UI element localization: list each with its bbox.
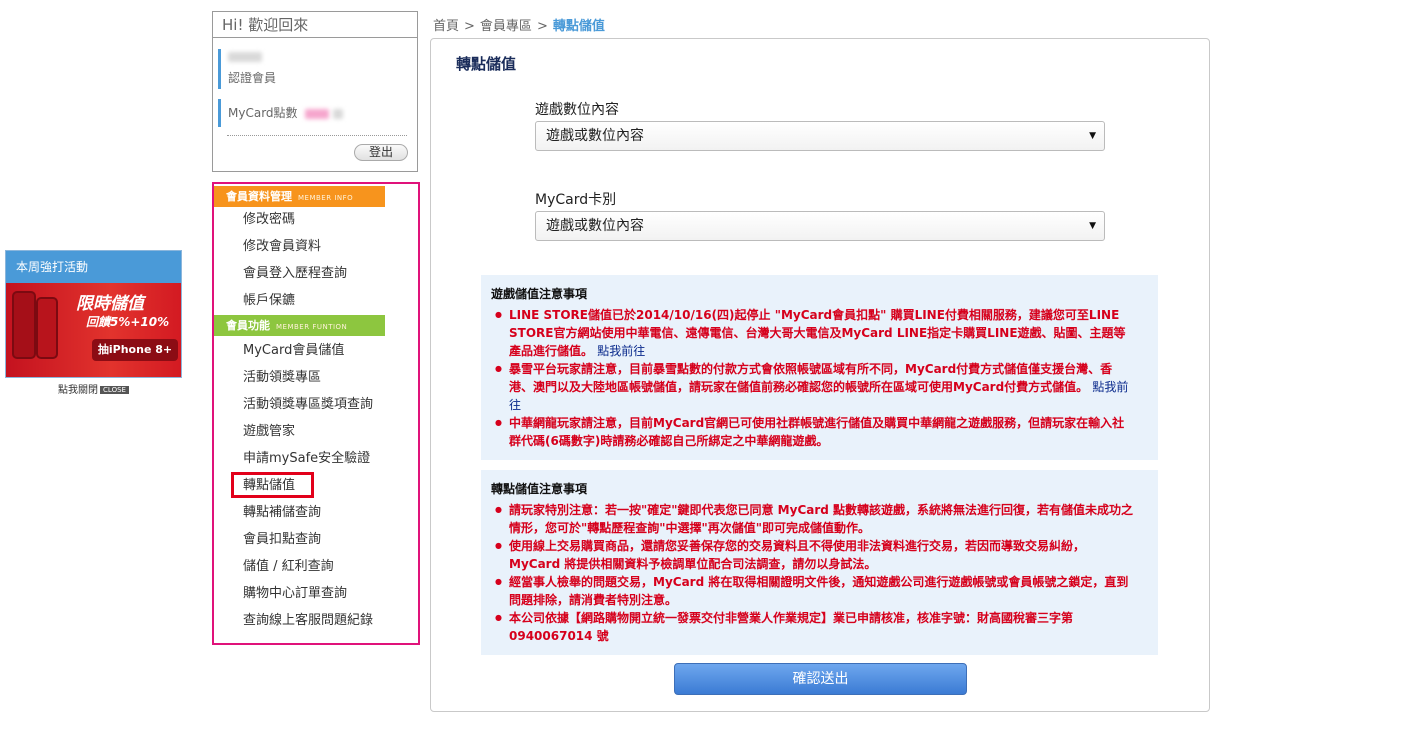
card-type-select-value: 遊戲或數位內容 [546, 218, 644, 234]
section-member-function-label: 會員功能 [226, 319, 270, 332]
active-menu-highlight [231, 472, 314, 498]
member-name [228, 51, 276, 65]
menu-item-support-history[interactable]: 查詢線上客服問題紀錄 [243, 613, 373, 629]
section-member-info-label: 會員資料管理 [226, 190, 292, 203]
menu-item-transfer-supplement[interactable]: 轉點補儲查詢 [243, 505, 321, 521]
promo-header: 本周強打活動 [6, 251, 181, 283]
welcome-box: Hi! 歡迎回來 認證會員 MyCard點數 登出 [212, 11, 418, 172]
promo-close-tag[interactable]: CLOSE [100, 386, 129, 394]
logout-button[interactable]: 登出 [354, 144, 408, 161]
points-unit-redacted [333, 108, 344, 119]
dropdown-arrow-icon: ▼ [1089, 131, 1096, 141]
menu-item-mysafe[interactable]: 申請mySafe安全驗證 [243, 451, 370, 467]
promo-banner-button[interactable]: 抽iPhone 8+ [92, 339, 178, 361]
promo-banner-subtitle: 回饋5%+10% [86, 315, 170, 329]
breadcrumb-sep: > [536, 19, 548, 34]
member-info: 認證會員 [218, 49, 276, 89]
menu-item-edit-profile[interactable]: 修改會員資料 [243, 239, 321, 255]
menu-item-event-rewards[interactable]: 活動領獎專區 [243, 370, 321, 386]
breadcrumb-sep: > [464, 19, 475, 34]
menu-item-change-password[interactable]: 修改密碼 [243, 212, 295, 228]
breadcrumb-member[interactable]: 會員專區 [480, 19, 532, 34]
section-member-info-en: MEMBER INFO [298, 194, 354, 202]
notice1-item-text: 中華網龍玩家請注意，目前MyCard官網已可使用社群帳號進行儲值及購買中華網龍之… [509, 416, 1125, 448]
menu-item-mycard-topup[interactable]: MyCard會員儲值 [243, 343, 344, 359]
card-type-label: MyCard卡別 [535, 192, 617, 208]
phone-image [12, 291, 36, 359]
dropdown-arrow-icon: ▼ [1089, 221, 1096, 231]
section-member-function: 會員功能 MEMBER FUNTION [214, 315, 385, 336]
section-member-info: 會員資料管理 MEMBER INFO [214, 186, 385, 207]
points-row: MyCard點數 [218, 99, 344, 127]
breadcrumb-current: 轉點儲值 [552, 19, 605, 34]
game-content-select-value: 遊戲或數位內容 [546, 128, 644, 144]
notice1-title: 遊戲儲值注意事項 [491, 287, 588, 301]
game-content-select[interactable]: 遊戲或數位內容 ▼ [535, 121, 1105, 151]
breadcrumb: 首頁 > 會員專區 > 轉點儲值 [433, 15, 605, 34]
promo-box: 本周強打活動 限時儲值 回饋5%+10% 抽iPhone 8+ [5, 250, 182, 378]
game-content-label: 遊戲數位內容 [535, 102, 619, 118]
main-panel: 轉點儲值 遊戲數位內容 遊戲或數位內容 ▼ MyCard卡別 遊戲或數位內容 ▼… [430, 38, 1210, 712]
notice1-link[interactable]: 點我前往 [597, 344, 645, 358]
notice1-item: LINE STORE儲值已於2014/10/16(四)起停止 "MyCard會員… [491, 306, 1134, 360]
points-value-redacted [305, 108, 330, 119]
notice2-item: 使用線上交易購買商品，還請您妥善保存您的交易資料且不得使用非法資料進行交易，若因… [491, 537, 1134, 573]
divider [227, 135, 407, 136]
notice2-item: 經當事人檢舉的問題交易，MyCard 將在取得相關證明文件後，通知遊戲公司進行遊… [491, 573, 1134, 609]
notice2-item: 本公司依據【網路購物開立統一發票交付非營業人作業規定】業已申請核准，核准字號：財… [491, 609, 1134, 645]
promo-close-link[interactable]: 點我關閉 CLOSE [5, 381, 182, 396]
menu-item-account-guard[interactable]: 帳戶保鑣 [243, 293, 295, 309]
points-label: MyCard點數 [228, 106, 298, 120]
menu-item-deduction-query[interactable]: 會員扣點查詢 [243, 532, 321, 548]
notice2-list: 請玩家特別注意：若一按"確定"鍵即代表您已同意 MyCard 點數轉該遊戲，系統… [491, 501, 1148, 645]
menu-item-topup-bonus-query[interactable]: 儲值 / 紅利查詢 [243, 559, 334, 575]
page-title: 轉點儲值 [456, 55, 517, 73]
phone-image-2 [36, 297, 58, 359]
transfer-topup-notice: 轉點儲值注意事項 請玩家特別注意：若一按"確定"鍵即代表您已同意 MyCard … [481, 470, 1158, 655]
notice2-title: 轉點儲值注意事項 [491, 482, 588, 496]
notice1-item: 暴雪平台玩家請注意，目前暴雪點數的付款方式會依照帳號區域有所不同，MyCard付… [491, 360, 1134, 414]
breadcrumb-home[interactable]: 首頁 [433, 19, 459, 34]
welcome-title: Hi! 歡迎回來 [213, 12, 417, 38]
member-type: 認證會員 [228, 71, 277, 85]
notice1-item-text: 暴雪平台玩家請注意，目前暴雪點數的付款方式會依照帳號區域有所不同，MyCard付… [509, 362, 1113, 394]
menu-item-event-rewards-query[interactable]: 活動領獎專區獎項查詢 [243, 397, 373, 413]
member-menu: 會員資料管理 MEMBER INFO 修改密碼 修改會員資料 會員登入歷程查詢 帳… [212, 182, 420, 645]
notice1-item: 中華網龍玩家請注意，目前MyCard官網已可使用社群帳號進行儲值及購買中華網龍之… [491, 414, 1134, 450]
notice2-item: 請玩家特別注意：若一按"確定"鍵即代表您已同意 MyCard 點數轉該遊戲，系統… [491, 501, 1134, 537]
member-name-redacted [228, 52, 262, 62]
submit-button[interactable]: 確認送出 [674, 663, 967, 695]
notice1-list: LINE STORE儲值已於2014/10/16(四)起停止 "MyCard會員… [491, 306, 1148, 450]
section-member-function-en: MEMBER FUNTION [276, 323, 348, 331]
menu-item-game-manager[interactable]: 遊戲管家 [243, 424, 295, 440]
card-type-select[interactable]: 遊戲或數位內容 ▼ [535, 211, 1105, 241]
promo-banner[interactable]: 限時儲值 回饋5%+10% 抽iPhone 8+ [6, 283, 181, 377]
promo-close-text[interactable]: 點我關閉 [58, 385, 98, 396]
menu-item-login-history[interactable]: 會員登入歷程查詢 [243, 266, 347, 282]
game-topup-notice: 遊戲儲值注意事項 LINE STORE儲值已於2014/10/16(四)起停止 … [481, 275, 1158, 460]
menu-item-shop-orders[interactable]: 購物中心訂單查詢 [243, 586, 347, 602]
promo-banner-title: 限時儲值 [76, 294, 144, 314]
